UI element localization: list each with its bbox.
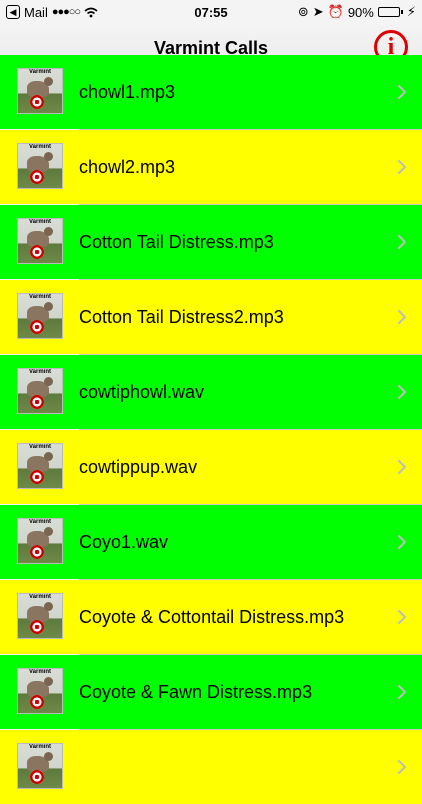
coyote-head xyxy=(44,452,53,461)
list-item[interactable]: Varmint Coyote & Cottontail Distress.mp3 xyxy=(0,580,422,654)
coyote-head xyxy=(44,302,53,311)
list-item[interactable]: Varmint cowtippup.wav xyxy=(0,430,422,504)
charging-icon: ⚡ xyxy=(406,4,416,19)
list-item-label: Coyote & Cottontail Distress.mp3 xyxy=(79,606,345,627)
back-app-label[interactable]: Mail xyxy=(24,5,48,20)
coyote-head xyxy=(44,227,53,236)
list-item-label: Coyo1.wav xyxy=(79,531,169,552)
coyote-head xyxy=(44,152,53,161)
chevron-right-icon xyxy=(398,685,406,699)
rotation-lock-icon: ⊚ xyxy=(297,4,309,19)
target-icon xyxy=(30,770,44,784)
status-left: ◀ Mail ●●●○○ xyxy=(6,5,98,20)
varmint-thumbnail: Varmint xyxy=(17,668,63,714)
chevron-right-icon xyxy=(398,535,406,549)
thumbnail-label: Varmint xyxy=(28,519,51,525)
list-item-label: cowtiphowl.wav xyxy=(79,381,205,402)
varmint-thumbnail: Varmint xyxy=(17,368,63,414)
thumbnail-label: Varmint xyxy=(28,444,51,450)
target-icon xyxy=(30,470,44,484)
chevron-right-icon xyxy=(398,235,406,249)
list-item-label: chowl1.mp3 xyxy=(79,81,176,102)
list-item-label: Cotton Tail Distress.mp3 xyxy=(79,231,274,252)
thumbnail-label: Varmint xyxy=(28,594,51,600)
list-item[interactable]: Varmint Cotton Tail Distress2.mp3 xyxy=(0,280,422,354)
back-to-app-icon[interactable]: ◀ xyxy=(6,5,20,19)
status-right: ⊚ ➤ ⏰ 90% ⚡ xyxy=(298,4,416,20)
list-item[interactable]: Varmint Coyo1.wav xyxy=(0,505,422,579)
coyote-head xyxy=(44,602,53,611)
chevron-right-icon xyxy=(398,310,406,324)
list-item[interactable]: Varmint chowl2.mp3 xyxy=(0,130,422,204)
wifi-icon xyxy=(84,7,98,17)
target-icon xyxy=(30,395,44,409)
varmint-thumbnail: Varmint xyxy=(17,518,63,564)
coyote-head xyxy=(44,752,53,761)
varmint-thumbnail: Varmint xyxy=(17,293,63,339)
coyote-head xyxy=(44,527,53,536)
varmint-thumbnail: Varmint xyxy=(17,143,63,189)
varmint-thumbnail: Varmint xyxy=(17,443,63,489)
chevron-right-icon xyxy=(398,385,406,399)
list-item[interactable]: Varmint chowl1.mp3 xyxy=(0,55,422,129)
list-item-label: chowl2.mp3 xyxy=(79,156,176,177)
chevron-right-icon xyxy=(398,610,406,624)
target-icon xyxy=(30,320,44,334)
thumbnail-label: Varmint xyxy=(28,669,51,675)
list-item[interactable]: Varmint Coyote & Fawn Distress.mp3 xyxy=(0,655,422,729)
thumbnail-label: Varmint xyxy=(28,369,51,375)
varmint-thumbnail: Varmint xyxy=(17,218,63,264)
list-item-label: Coyote & Fawn Distress.mp3 xyxy=(79,681,313,702)
target-icon xyxy=(30,545,44,559)
calls-list[interactable]: Varmint chowl1.mp3 Varmint chowl2.mp3 Varmin… xyxy=(0,55,422,804)
alarm-icon: ⏰ xyxy=(327,4,344,19)
thumbnail-label: Varmint xyxy=(28,219,51,225)
list-item[interactable]: Varmint cowtiphowl.wav xyxy=(0,355,422,429)
thumbnail-label: Varmint xyxy=(28,144,51,150)
status-bar: ◀ Mail ●●●○○ 07:55 ⊚ ➤ ⏰ 90% ⚡ xyxy=(0,0,422,24)
varmint-thumbnail: Varmint xyxy=(17,68,63,114)
battery-percent: 90% xyxy=(347,4,374,20)
varmint-thumbnail: Varmint xyxy=(17,593,63,639)
chevron-right-icon xyxy=(398,460,406,474)
thumbnail-label: Varmint xyxy=(28,744,51,750)
list-item-label: cowtippup.wav xyxy=(79,456,198,477)
list-item[interactable]: Varmint xyxy=(0,730,422,804)
target-icon xyxy=(30,245,44,259)
thumbnail-label: Varmint xyxy=(28,294,51,300)
target-icon xyxy=(30,695,44,709)
target-icon xyxy=(30,95,44,109)
chevron-right-icon xyxy=(398,85,406,99)
list-item[interactable]: Varmint Cotton Tail Distress.mp3 xyxy=(0,205,422,279)
target-icon xyxy=(30,620,44,634)
thumbnail-label: Varmint xyxy=(28,69,51,75)
signal-icon: ●●●○○ xyxy=(51,6,81,18)
chevron-right-icon xyxy=(398,160,406,174)
coyote-head xyxy=(44,377,53,386)
list-item-label: Cotton Tail Distress2.mp3 xyxy=(79,306,284,327)
target-icon xyxy=(30,170,44,184)
coyote-head xyxy=(44,677,53,686)
battery-icon xyxy=(377,7,403,17)
chevron-right-icon xyxy=(398,760,406,774)
coyote-head xyxy=(44,77,53,86)
location-icon: ➤ xyxy=(312,4,324,19)
